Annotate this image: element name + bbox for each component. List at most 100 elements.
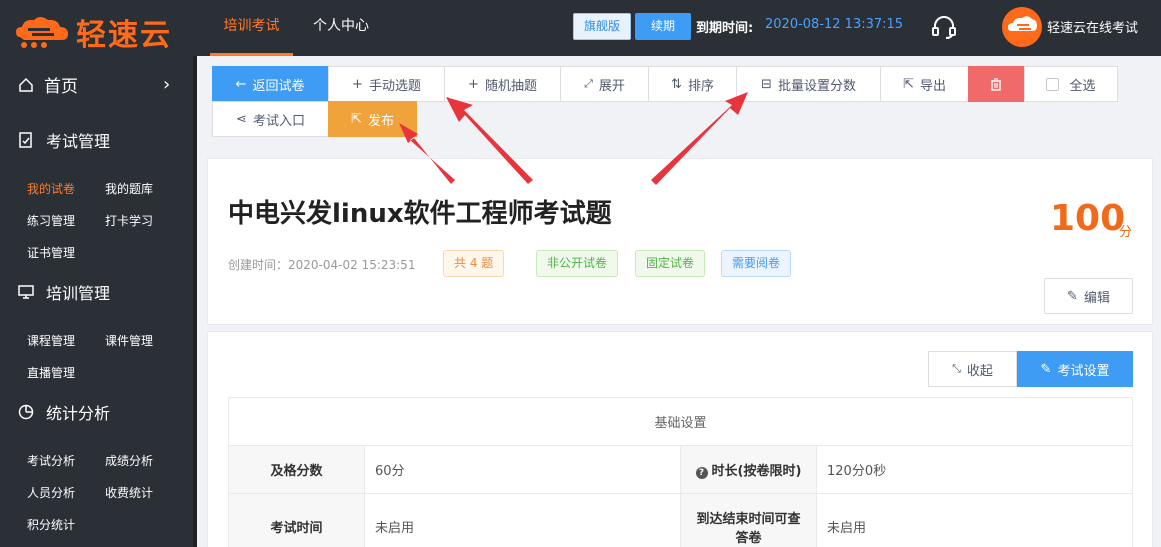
share-icon: ⋖	[236, 111, 247, 127]
entry-label: 考试入口	[252, 113, 305, 129]
needs-review-tag: 需要阅卷	[721, 250, 792, 277]
pencil-icon: ✎	[1067, 288, 1078, 304]
batch-label: 批量设置分数	[777, 78, 856, 94]
sidebar-item-coursewares[interactable]: 课件管理	[105, 332, 153, 349]
sidebar-group-stats[interactable]: 统计分析	[18, 400, 110, 424]
delete-button[interactable]	[968, 66, 1024, 102]
document-icon	[19, 132, 32, 148]
sidebar-item-fee-stats[interactable]: 收费统计	[105, 484, 153, 501]
monitor-icon	[18, 285, 34, 299]
cloud-avatar-icon	[1008, 16, 1037, 31]
basic-settings-table: 基础设置 及格分数 60分 ? 时长(按卷限时) 120分0秒 考试时间 未启用 …	[228, 397, 1133, 547]
home-icon	[19, 77, 33, 92]
exam-settings-label: 考试设置	[1057, 363, 1110, 379]
arrow-left-icon: ←	[235, 76, 247, 92]
export-icon: ⇱	[903, 76, 914, 92]
sidebar-item-my-papers[interactable]: 我的试卷	[27, 180, 75, 197]
expire-label: 到期时间:	[696, 21, 754, 36]
pass-score-value: 60分	[364, 445, 681, 494]
expire-value: 2020-08-12 13:37:15	[765, 17, 904, 32]
batch-icon: ⊟	[761, 76, 772, 92]
headset-icon[interactable]	[931, 14, 957, 40]
select-all-label: 全选	[1069, 78, 1096, 94]
private-paper-tag: 非公开试卷	[536, 250, 619, 277]
sidebar-item-live[interactable]: 直播管理	[27, 364, 75, 381]
publish-icon: ⇱	[351, 111, 362, 127]
avatar[interactable]	[1002, 7, 1042, 47]
sort-button[interactable]: ⇅ 排序	[648, 66, 737, 102]
checkbox-icon	[1046, 77, 1060, 91]
back-to-papers-button[interactable]: ← 返回试卷	[212, 66, 328, 102]
fixed-paper-tag: 固定试卷	[635, 250, 706, 277]
sort-icon: ⇅	[671, 76, 682, 92]
exam-time-value: 未启用	[364, 493, 681, 547]
view-answers-label: 到达结束时间可查答卷	[680, 493, 817, 547]
edit-square-icon: ✎	[1040, 361, 1052, 377]
sidebar-item-checkin[interactable]: 打卡学习	[105, 212, 153, 229]
sidebar-item-certificates[interactable]: 证书管理	[27, 244, 75, 261]
exam-time-label: 考试时间	[228, 493, 365, 547]
logo[interactable]: 轻速云	[14, 10, 172, 54]
tab-training-exam[interactable]: 培训考试	[210, 0, 293, 56]
publish-label: 发布	[367, 113, 394, 129]
chevron-right-icon[interactable]: ›	[163, 74, 170, 95]
sidebar-item-score-analysis[interactable]: 成绩分析	[105, 452, 153, 469]
exam-entry-button[interactable]: ⋖ 考试入口	[212, 101, 329, 137]
sort-label: 排序	[687, 78, 714, 94]
sidebar-group-label: 培训管理	[46, 284, 111, 303]
question-count-tag: 共 4 题	[443, 250, 505, 277]
score-unit: 分	[1119, 225, 1133, 240]
duration-value: 120分0秒	[816, 445, 1133, 494]
top-bar: 轻速云 培训考试 个人中心 旗舰版 续期 到期时间: 2020-08-12 13…	[0, 0, 1161, 56]
table-row: 及格分数 60分 ? 时长(按卷限时) 120分0秒	[228, 445, 1133, 494]
sidebar-home-label: 首页	[44, 77, 78, 97]
question-mark-icon[interactable]: ?	[695, 467, 708, 479]
trash-icon	[991, 77, 1001, 91]
sidebar-item-points-stats[interactable]: 积分统计	[27, 516, 75, 533]
exam-settings-button[interactable]: ✎ 考试设置	[1017, 351, 1133, 387]
plus-icon: +	[468, 76, 479, 92]
view-answers-value: 未启用	[816, 493, 1133, 547]
batch-score-button[interactable]: ⊟ 批量设置分数	[736, 66, 881, 102]
publish-button[interactable]: ⇱ 发布	[328, 101, 417, 137]
sidebar-item-practice[interactable]: 练习管理	[27, 212, 75, 229]
select-all-checkbox[interactable]: 全选	[1024, 66, 1118, 102]
sidebar-item-question-bank[interactable]: 我的题库	[105, 180, 153, 197]
table-row: 考试时间 未启用 到达结束时间可查答卷 未启用	[228, 493, 1133, 547]
sidebar-group-label: 考试管理	[46, 132, 111, 151]
edit-label: 编辑	[1083, 290, 1110, 306]
expand-button[interactable]: ⤢ 展开	[560, 66, 649, 102]
renew-button[interactable]: 续期	[635, 13, 691, 40]
sidebar-item-home[interactable]: 首页	[18, 72, 78, 97]
edit-button[interactable]: ✎ 编辑	[1044, 278, 1133, 314]
random-draw-button[interactable]: + 随机抽题	[444, 66, 561, 102]
settings-section-title: 基础设置	[228, 397, 1133, 446]
edition-badge[interactable]: 旗舰版	[573, 13, 631, 40]
sidebar-divider	[193, 56, 197, 547]
collapse-button[interactable]: ⤡ 收起	[928, 351, 1017, 387]
collapse-label: 收起	[966, 363, 993, 379]
plus-icon: +	[352, 76, 363, 92]
cloud-logo-icon	[16, 17, 68, 48]
expand-label: 展开	[598, 78, 625, 94]
exam-title: 中电兴发linux软件工程师考试题	[228, 199, 612, 229]
sidebar-item-courses[interactable]: 课程管理	[27, 332, 75, 349]
sidebar-group-exam[interactable]: 考试管理	[18, 128, 110, 152]
created-time: 创建时间：2020-04-02 15:23:51	[228, 258, 416, 272]
total-score: 100	[1050, 198, 1126, 239]
manual-select-button[interactable]: + 手动选题	[328, 66, 445, 102]
expand-icon: ⤢	[584, 77, 593, 90]
sidebar-group-training[interactable]: 培训管理	[18, 280, 110, 304]
back-label: 返回试卷	[252, 78, 305, 94]
sidebar-item-people-analysis[interactable]: 人员分析	[27, 484, 75, 501]
pie-chart-icon	[18, 404, 34, 420]
tab-personal-center[interactable]: 个人中心	[305, 0, 377, 56]
pass-score-label: 及格分数	[228, 445, 365, 494]
duration-label-text: 时长(按卷限时)	[711, 464, 802, 479]
export-button[interactable]: ⇱ 导出	[880, 66, 969, 102]
brand-name: 轻速云	[76, 18, 172, 53]
exam-info-card	[207, 158, 1153, 325]
sidebar-item-exam-analysis[interactable]: 考试分析	[27, 452, 75, 469]
user-name[interactable]: 轻速云在线考试	[1047, 17, 1138, 36]
sidebar-group-label: 统计分析	[46, 404, 111, 423]
